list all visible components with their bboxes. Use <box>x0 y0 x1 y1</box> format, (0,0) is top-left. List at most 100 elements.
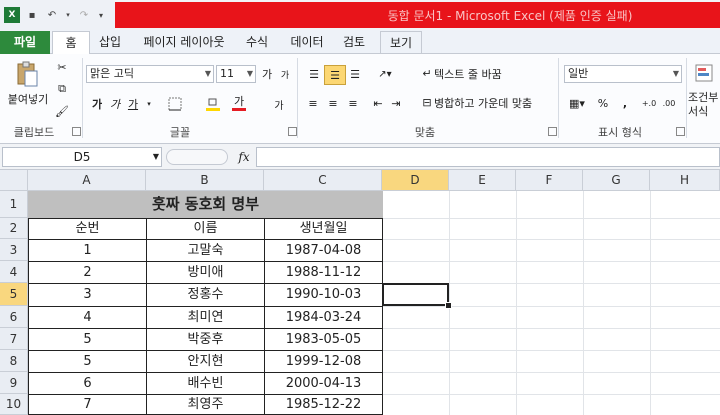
table-cell[interactable]: 1987-04-08 <box>264 239 383 262</box>
table-cell[interactable]: 최영주 <box>146 394 265 415</box>
align-center-icon[interactable]: ≡ <box>325 95 341 111</box>
tab-view[interactable]: 보기 <box>380 31 422 55</box>
align-bottom-icon[interactable]: ☰ <box>346 66 364 82</box>
format-painter-icon[interactable]: 🖌 <box>55 104 69 118</box>
cut-icon[interactable]: ✂ <box>55 60 69 74</box>
merge-center-button[interactable]: 병합하고 가운데 맞춤 <box>434 95 552 111</box>
grow-font-button[interactable]: 가 <box>260 66 274 82</box>
align-top-icon[interactable]: ☰ <box>305 66 323 82</box>
fill-color-icon[interactable] <box>204 96 222 112</box>
insert-function-icon[interactable]: fx <box>232 147 256 167</box>
formula-bar-splitter[interactable] <box>166 149 228 165</box>
copy-icon[interactable]: ⧉ <box>55 82 69 96</box>
bold-button[interactable]: 가 <box>90 96 104 112</box>
row-header-6[interactable]: 6 <box>0 306 28 328</box>
table-cell[interactable]: 최미연 <box>146 306 265 329</box>
underline-dropdown-icon[interactable]: ▾ <box>144 96 154 112</box>
alignment-launcher-icon[interactable] <box>548 127 557 136</box>
column-header-h[interactable]: H <box>650 170 720 191</box>
table-cell[interactable]: 3 <box>28 283 147 307</box>
row-header-1[interactable]: 1 <box>0 191 28 218</box>
header-cell-number[interactable]: 순번 <box>28 218 147 240</box>
format-label[interactable]: 서식 <box>688 104 720 118</box>
row-header-2[interactable]: 2 <box>0 218 28 239</box>
font-color-icon[interactable]: 가 <box>232 94 246 112</box>
font-name-combo[interactable]: 맑은 고딕 ▼ <box>86 65 214 83</box>
table-cell[interactable]: 배수빈 <box>146 372 265 395</box>
font-launcher-icon[interactable] <box>288 127 297 136</box>
header-cell-birthdate[interactable]: 생년월일 <box>264 218 383 240</box>
table-cell[interactable]: 1984-03-24 <box>264 306 383 329</box>
table-cell[interactable]: 정홍수 <box>146 283 265 307</box>
decrease-decimal-icon[interactable]: .00 <box>660 95 678 111</box>
table-cell[interactable]: 4 <box>28 306 147 329</box>
table-cell[interactable]: 1999-12-08 <box>264 350 383 373</box>
paste-button-label[interactable]: 붙여넣기 <box>4 92 52 106</box>
tab-insert[interactable]: 삽입 <box>92 31 128 54</box>
column-header-e[interactable]: E <box>449 170 516 191</box>
row-header-5[interactable]: 5 <box>0 283 28 306</box>
table-title[interactable]: 훗짜 동호회 명부 <box>28 191 383 219</box>
table-cell[interactable]: 1990-10-03 <box>264 283 383 307</box>
conditional-formatting-label[interactable]: 조건부 <box>688 90 720 104</box>
active-cell-d5[interactable] <box>382 283 449 306</box>
clipboard-launcher-icon[interactable] <box>72 127 81 136</box>
table-cell[interactable]: 1988-11-12 <box>264 261 383 284</box>
row-header-3[interactable]: 3 <box>0 239 28 261</box>
accounting-format-icon[interactable]: ▦▾ <box>566 95 588 111</box>
conditional-formatting-icon[interactable] <box>694 62 714 84</box>
tab-page-layout[interactable]: 페이지 레이아웃 <box>134 31 234 54</box>
undo-dropdown-icon[interactable]: ▾ <box>64 7 72 23</box>
header-cell-name[interactable]: 이름 <box>146 218 265 240</box>
number-launcher-icon[interactable] <box>676 127 685 136</box>
tab-review[interactable]: 검토 <box>336 31 372 54</box>
table-cell[interactable]: 1985-12-22 <box>264 394 383 415</box>
name-box[interactable]: D5 ▼ <box>2 147 162 167</box>
wrap-text-icon[interactable]: ↵ <box>420 66 434 80</box>
number-format-combo[interactable]: 일반 ▼ <box>564 65 682 83</box>
undo-icon[interactable]: ↶ <box>44 7 60 23</box>
table-cell[interactable]: 안지현 <box>146 350 265 373</box>
font-size-combo[interactable]: 11 ▼ <box>216 65 256 83</box>
tab-data[interactable]: 데이터 <box>284 31 330 54</box>
fill-handle[interactable] <box>445 302 452 309</box>
column-header-f[interactable]: F <box>516 170 583 191</box>
formula-input[interactable] <box>256 147 720 167</box>
wrap-text-button[interactable]: 텍스트 줄 바꿈 <box>434 66 524 82</box>
merge-center-icon[interactable]: ⊟ <box>420 95 434 109</box>
table-cell[interactable]: 박중후 <box>146 328 265 351</box>
table-cell[interactable]: 1 <box>28 239 147 262</box>
align-right-icon[interactable]: ≡ <box>345 95 361 111</box>
increase-indent-icon[interactable]: ⇥ <box>388 95 404 111</box>
tab-file[interactable]: 파일 <box>0 31 50 54</box>
percent-style-button[interactable]: % <box>596 95 610 111</box>
column-header-g[interactable]: G <box>583 170 650 191</box>
row-header-4[interactable]: 4 <box>0 261 28 283</box>
decrease-indent-icon[interactable]: ⇤ <box>370 95 386 111</box>
table-cell[interactable]: 고말숙 <box>146 239 265 262</box>
customize-qat-icon[interactable]: ▾ <box>96 7 106 23</box>
shrink-font-button[interactable]: 가 <box>278 66 292 82</box>
underline-button[interactable]: 가 <box>126 96 140 112</box>
table-cell[interactable]: 5 <box>28 350 147 373</box>
row-header-9[interactable]: 9 <box>0 372 28 394</box>
table-cell[interactable]: 1983-05-05 <box>264 328 383 351</box>
orientation-icon[interactable]: ↗▾ <box>374 66 396 82</box>
table-cell[interactable]: 6 <box>28 372 147 395</box>
tab-formulas[interactable]: 수식 <box>240 31 274 54</box>
tab-home[interactable]: 홈 <box>52 31 90 56</box>
table-cell[interactable]: 5 <box>28 328 147 351</box>
table-cell[interactable]: 2 <box>28 261 147 284</box>
redo-icon[interactable]: ↷ <box>76 7 92 23</box>
increase-decimal-icon[interactable]: +.0 <box>640 95 658 111</box>
italic-button[interactable]: 가 <box>108 96 122 112</box>
save-icon[interactable]: ▪ <box>24 7 40 23</box>
column-header-a[interactable]: A <box>28 170 146 191</box>
row-header-8[interactable]: 8 <box>0 350 28 372</box>
table-cell[interactable]: 방미애 <box>146 261 265 284</box>
select-all-corner[interactable] <box>0 170 28 191</box>
table-cell[interactable]: 2000-04-13 <box>264 372 383 395</box>
row-header-10[interactable]: 10 <box>0 394 28 415</box>
column-header-d[interactable]: D <box>382 170 449 191</box>
comma-style-button[interactable]: , <box>618 95 632 111</box>
